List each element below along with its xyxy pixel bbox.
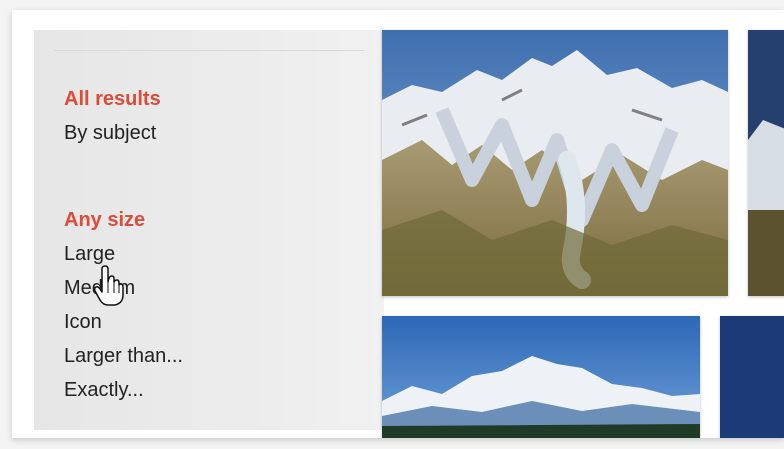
result-type-filter: All results By subject [64,82,161,150]
search-tools-sidebar: All results By subject Any size Large Me… [34,30,384,430]
image-result-snowy-mountain[interactable] [382,316,700,438]
filter-size-icon[interactable]: Icon [64,305,183,339]
filter-all-results[interactable]: All results [64,82,161,116]
image-search-panel: All results By subject Any size Large Me… [12,10,784,438]
divider [54,50,364,51]
partial-image-icon [748,30,784,296]
image-result-mountain-painting[interactable] [382,30,728,296]
snowy-mountain-photo-icon [382,316,700,438]
image-result-partial-bottom[interactable] [720,316,784,438]
hand-pointer-cursor-icon [93,265,124,307]
image-result-partial-top[interactable] [748,30,784,296]
mountain-range-painting-icon [382,30,728,296]
filter-size-exactly[interactable]: Exactly... [64,373,183,407]
filter-any-size[interactable]: Any size [64,203,183,237]
filter-size-larger-than[interactable]: Larger than... [64,339,183,373]
partial-image-icon [720,316,784,438]
filter-by-subject[interactable]: By subject [64,116,161,150]
